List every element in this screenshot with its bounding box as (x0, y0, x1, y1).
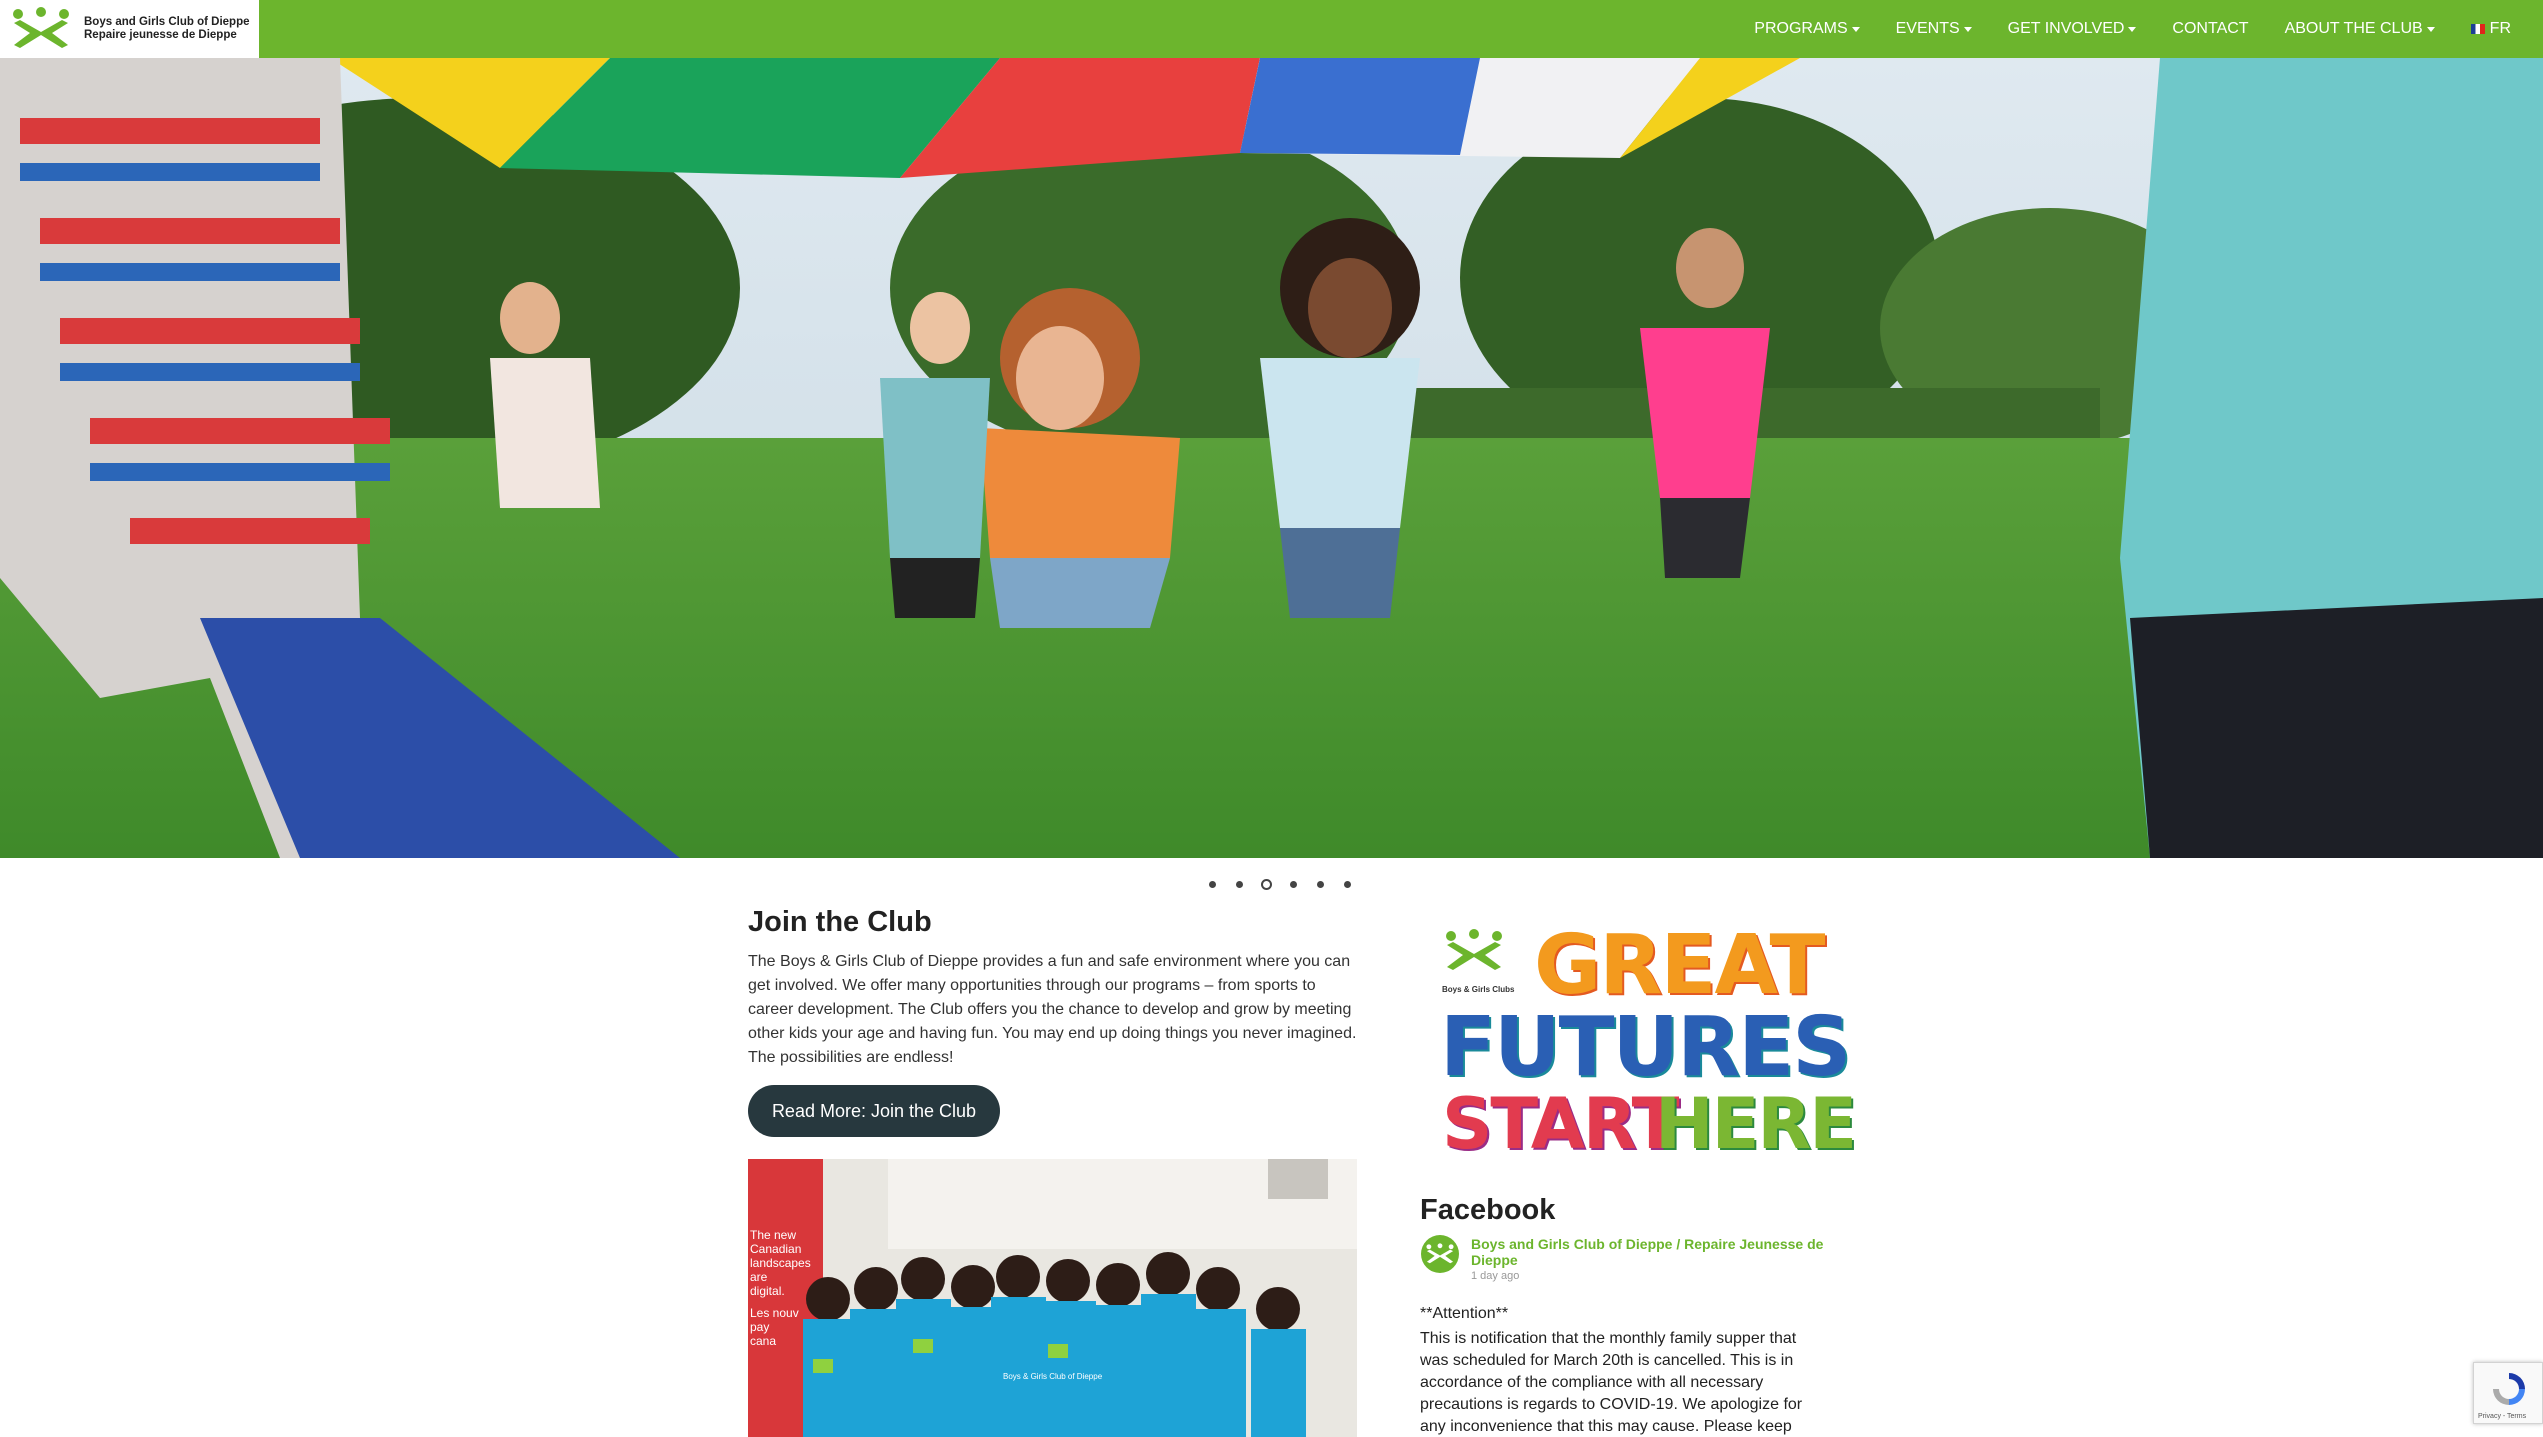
french-flag-icon (2470, 24, 2485, 34)
facebook-heading: Facebook (1420, 1194, 1556, 1226)
read-more-join-button[interactable]: Read More: Join the Club (748, 1085, 1000, 1137)
club-group-photo: The new Canadian landscapes are digital. Les … (748, 1159, 1357, 1437)
nav-contact-label: CONTACT (2172, 20, 2249, 37)
logo-line-english: Boys and Girls Club of Dieppe (84, 16, 250, 28)
nav-about-label: ABOUT THE CLUB (2284, 20, 2423, 37)
join-the-club-text: The Boys & Girls Club of Dieppe provides… (748, 953, 1357, 1066)
hero-image (0, 58, 2543, 858)
nav-about-the-club[interactable]: ABOUT THE CLUB (2285, 20, 2435, 38)
facebook-post-attention: **Attention** (1420, 1305, 1509, 1322)
nav-get-involved-label: GET INVOLVED (2007, 20, 2125, 37)
carousel-dot-5[interactable] (1316, 881, 1324, 888)
facebook-page-link[interactable]: Boys and Girls Club of Dieppe / Repaire … (1471, 1236, 1831, 1268)
site-logo[interactable]: Boys and Girls Club of Dieppe Repaire je… (0, 0, 259, 58)
top-navbar: Boys and Girls Club of Dieppe Repaire je… (0, 0, 2543, 58)
carousel-dot-6[interactable] (1343, 881, 1351, 888)
recaptcha-icon (2493, 1373, 2525, 1405)
carousel-dot-3-active[interactable] (1260, 879, 1272, 890)
club-logo-icon (13, 7, 69, 48)
nav-events[interactable]: EVENTS (1896, 20, 1972, 38)
language-switch[interactable]: FR (2470, 20, 2511, 38)
great-futures-banner: Boys & Girls Clubs GREAT FUTURES START H… (1440, 925, 1857, 1165)
great-futures-line3-here: HERE (1655, 1083, 1857, 1165)
boys-girls-clubs-logo-icon (1446, 929, 1502, 970)
chevron-down-icon (2128, 26, 2137, 32)
main-nav: PROGRAMS EVENTS GET INVOLVED CONTACT ABO… (1718, 0, 2511, 58)
hero-carousel-slide (0, 58, 2543, 858)
join-the-club-heading: Join the Club (748, 906, 932, 938)
nav-programs-label: PROGRAMS (1754, 20, 1848, 37)
facebook-post-text: This is notification that the monthly fa… (1420, 1330, 1803, 1435)
facebook-page-avatar[interactable] (1421, 1235, 1459, 1273)
facebook-post-time[interactable]: 1 day ago (1471, 1270, 1519, 1282)
carousel-dot-1[interactable] (1208, 881, 1216, 888)
chevron-down-icon (1851, 26, 1860, 32)
club-logo-icon (1426, 1243, 1454, 1264)
nav-programs[interactable]: PROGRAMS (1754, 20, 1860, 38)
great-futures-line2: FUTURES (1440, 1000, 1851, 1095)
nav-events-label: EVENTS (1895, 20, 1960, 37)
chevron-down-icon (2426, 26, 2435, 32)
nav-get-involved[interactable]: GET INVOLVED (2008, 20, 2137, 38)
great-futures-line3-start: START (1442, 1083, 1679, 1165)
carousel-dot-2[interactable] (1235, 881, 1243, 888)
great-futures-org-label: Boys & Girls Clubs (1442, 985, 1515, 994)
chevron-down-icon (1963, 26, 1972, 32)
logo-line-french: Repaire jeunesse de Dieppe (84, 29, 237, 41)
recaptcha-privacy-terms[interactable]: Privacy - Terms (2478, 1413, 2526, 1420)
carousel-dot-4[interactable] (1289, 881, 1297, 888)
carousel-indicators (0, 878, 2543, 892)
great-futures-line1: GREAT (1534, 918, 1825, 1013)
nav-contact[interactable]: CONTACT (2172, 20, 2248, 38)
photo-shirt-text: Boys & Girls Club of Dieppe (1003, 1372, 1103, 1381)
language-label: FR (2489, 20, 2511, 37)
recaptcha-badge[interactable]: Privacy - Terms (2473, 1362, 2543, 1424)
